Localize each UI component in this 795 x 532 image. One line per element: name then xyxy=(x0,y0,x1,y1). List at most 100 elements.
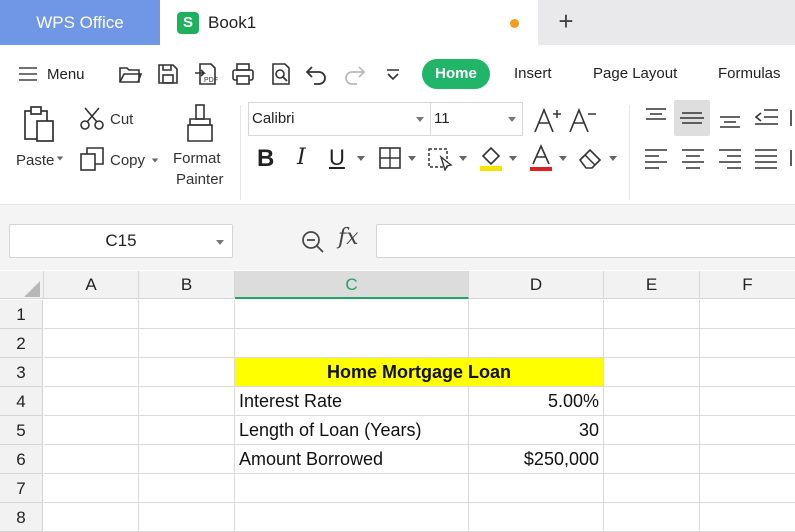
export-pdf-icon[interactable]: PDF xyxy=(193,61,219,87)
cell-f1[interactable] xyxy=(700,300,795,329)
increase-font-icon[interactable] xyxy=(533,106,563,134)
cell-a3[interactable] xyxy=(44,358,139,387)
fill-color-icon[interactable] xyxy=(478,144,506,172)
cell-e8[interactable] xyxy=(604,503,700,532)
cell-b5[interactable] xyxy=(139,416,235,445)
tab-page-layout[interactable]: Page Layout xyxy=(593,59,677,89)
copy-label[interactable]: Copy xyxy=(110,152,145,169)
column-header-f[interactable]: F xyxy=(700,271,795,299)
clear-dropdown-icon[interactable] xyxy=(609,156,617,161)
cell-d5[interactable]: 30 xyxy=(469,416,604,445)
cell-b7[interactable] xyxy=(139,474,235,503)
cell-d7[interactable] xyxy=(469,474,604,503)
redo-icon[interactable] xyxy=(341,61,367,87)
cell-c5[interactable]: Length of Loan (Years) xyxy=(235,416,469,445)
paste-dropdown-icon[interactable] xyxy=(56,156,64,161)
cell-e1[interactable] xyxy=(604,300,700,329)
column-header-b[interactable]: B xyxy=(139,271,235,299)
wps-office-tab[interactable]: WPS Office xyxy=(0,0,160,45)
cell-e7[interactable] xyxy=(604,474,700,503)
cell-b4[interactable] xyxy=(139,387,235,416)
distributed-partial[interactable] xyxy=(789,146,795,170)
cell-b6[interactable] xyxy=(139,445,235,474)
cell-f8[interactable] xyxy=(700,503,795,532)
font-size-select[interactable]: 11 xyxy=(430,102,523,136)
cell-a7[interactable] xyxy=(44,474,139,503)
undo-icon[interactable] xyxy=(304,61,330,87)
formula-input[interactable] xyxy=(376,224,795,258)
fx-icon[interactable]: fx xyxy=(338,225,359,250)
decrease-indent-icon[interactable] xyxy=(753,106,779,130)
cell-a1[interactable] xyxy=(44,300,139,329)
row-header-1[interactable]: 1 xyxy=(0,300,43,329)
cell-a4[interactable] xyxy=(44,387,139,416)
zoom-icon[interactable] xyxy=(300,229,326,255)
row-header-5[interactable]: 5 xyxy=(0,416,43,445)
cell-e3[interactable] xyxy=(604,358,700,387)
align-left-icon[interactable] xyxy=(643,146,669,170)
cell-e6[interactable] xyxy=(604,445,700,474)
print-preview-icon[interactable] xyxy=(268,61,294,87)
open-folder-icon[interactable] xyxy=(117,61,143,87)
tab-home[interactable]: Home xyxy=(422,59,490,89)
row-header-6[interactable]: 6 xyxy=(0,445,43,474)
align-right-icon[interactable] xyxy=(717,146,743,170)
cell-c6[interactable]: Amount Borrowed xyxy=(235,445,469,474)
cut-icon[interactable] xyxy=(79,106,105,132)
copy-dropdown-icon[interactable] xyxy=(151,158,159,163)
cell-d6[interactable]: $250,000 xyxy=(469,445,604,474)
cell-d8[interactable] xyxy=(469,503,604,532)
font-color-dropdown-icon[interactable] xyxy=(559,156,567,161)
cell-d2[interactable] xyxy=(469,329,604,358)
cell-b1[interactable] xyxy=(139,300,235,329)
font-color-icon[interactable] xyxy=(529,144,555,172)
format-painter-label-2[interactable]: Painter xyxy=(176,171,224,188)
align-bottom-icon[interactable] xyxy=(717,106,743,130)
row-header-3[interactable]: 3 xyxy=(0,358,43,387)
select-all-corner[interactable] xyxy=(0,271,44,299)
cell-b8[interactable] xyxy=(139,503,235,532)
column-header-a[interactable]: A xyxy=(44,271,139,299)
row-header-8[interactable]: 8 xyxy=(0,503,43,532)
increase-indent-partial[interactable] xyxy=(789,106,795,130)
menu-button[interactable]: Menu xyxy=(18,63,85,85)
row-header-2[interactable]: 2 xyxy=(0,329,43,358)
cell-c3-merged-title[interactable]: Home Mortgage Loan xyxy=(235,358,604,387)
new-tab-plus-icon[interactable]: + xyxy=(553,8,579,35)
cell-style-icon[interactable] xyxy=(427,145,455,171)
cell-e4[interactable] xyxy=(604,387,700,416)
column-header-e[interactable]: E xyxy=(604,271,700,299)
column-header-d[interactable]: D xyxy=(469,271,604,299)
tab-insert[interactable]: Insert xyxy=(514,59,552,89)
justify-icon[interactable] xyxy=(753,146,779,170)
decrease-font-icon[interactable] xyxy=(568,106,598,134)
paste-icon[interactable] xyxy=(22,105,58,145)
cell-e2[interactable] xyxy=(604,329,700,358)
cell-d4[interactable]: 5.00% xyxy=(469,387,604,416)
cell-style-dropdown-icon[interactable] xyxy=(459,156,467,161)
document-tab[interactable]: S Book1 xyxy=(160,0,538,45)
row-header-7[interactable]: 7 xyxy=(0,474,43,503)
cell-f6[interactable] xyxy=(700,445,795,474)
cell-a2[interactable] xyxy=(44,329,139,358)
cell-c1[interactable] xyxy=(235,300,469,329)
cell-f4[interactable] xyxy=(700,387,795,416)
cell-b2[interactable] xyxy=(139,329,235,358)
more-dropdown-icon[interactable] xyxy=(382,61,408,87)
align-center-icon[interactable] xyxy=(680,146,706,170)
cell-f5[interactable] xyxy=(700,416,795,445)
cell-e5[interactable] xyxy=(604,416,700,445)
align-top-icon[interactable] xyxy=(643,106,669,130)
paste-label[interactable]: Paste xyxy=(16,152,54,169)
cell-c2[interactable] xyxy=(235,329,469,358)
cell-c4[interactable]: Interest Rate xyxy=(235,387,469,416)
name-box[interactable]: C15 xyxy=(9,224,233,258)
cell-a6[interactable] xyxy=(44,445,139,474)
underline-dropdown-icon[interactable] xyxy=(357,156,365,161)
cell-a8[interactable] xyxy=(44,503,139,532)
fill-color-dropdown-icon[interactable] xyxy=(509,156,517,161)
cell-f7[interactable] xyxy=(700,474,795,503)
cell-b3[interactable] xyxy=(139,358,235,387)
cell-f2[interactable] xyxy=(700,329,795,358)
italic-button[interactable]: I xyxy=(297,145,306,173)
